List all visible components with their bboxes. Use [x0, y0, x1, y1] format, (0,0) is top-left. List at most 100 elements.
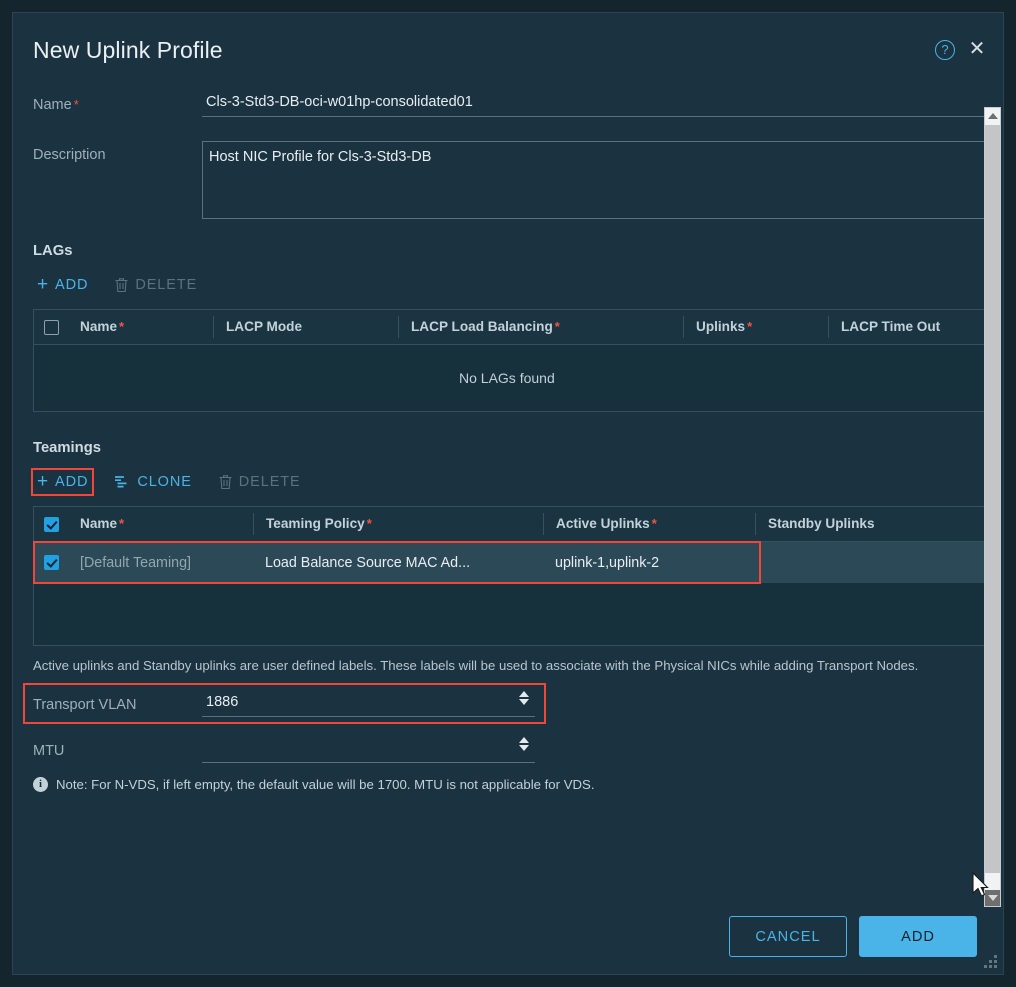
chevron-up-icon[interactable]	[519, 737, 529, 743]
mtu-spinner[interactable]	[519, 737, 529, 751]
teamings-select-all-cell	[34, 516, 68, 532]
add-button[interactable]: ADD	[859, 916, 977, 957]
close-icon[interactable]: ✕	[967, 39, 987, 60]
lags-delete-button: DELETE	[110, 273, 201, 297]
cell-teaming-policy: Load Balance Source MAC Ad...	[265, 554, 471, 571]
required-marker: *	[73, 97, 79, 112]
transport-vlan-input[interactable]	[202, 691, 535, 717]
new-uplink-profile-dialog: New Uplink Profile ? ✕ Name* Description…	[12, 12, 1004, 975]
mtu-row: MTU	[13, 737, 1003, 763]
lags-col-lacp-load-balancing: LACP Load Balancing *	[398, 316, 683, 338]
scroll-down-button[interactable]	[985, 890, 1000, 906]
teamings-col-standby-uplinks: Standby Uplinks	[755, 513, 984, 535]
lags-col-name: Name *	[68, 316, 213, 338]
description-field-row: Description	[13, 141, 1003, 219]
lags-col-uplinks-label: Uplinks	[696, 319, 746, 334]
teamings-col-name: Name *	[68, 513, 253, 535]
transport-vlan-spinner[interactable]	[519, 691, 529, 705]
dialog-header: New Uplink Profile ? ✕	[13, 13, 1003, 91]
lags-col-timeout-label: LACP Time Out	[841, 319, 941, 334]
chevron-down-icon[interactable]	[519, 699, 529, 705]
teamings-section-title: Teamings	[33, 440, 101, 456]
lags-col-lacp-mode: LACP Mode	[213, 316, 398, 338]
info-icon: i	[33, 777, 48, 792]
chevron-up-icon[interactable]	[519, 691, 529, 697]
lags-col-lacp-lb-label: LACP Load Balancing	[411, 319, 553, 334]
teamings-col-policy: Teaming Policy *	[253, 513, 543, 535]
description-textarea[interactable]	[202, 141, 985, 219]
name-field-row: Name *	[13, 91, 1003, 117]
lags-col-name-label: Name	[80, 319, 118, 334]
transport-vlan-label: Transport VLAN	[33, 697, 137, 713]
lags-table-header: Name * LACP Mode LACP Load Balancing * Upl…	[34, 310, 984, 345]
teamings-table-header: Name * Teaming Policy * Active Uplinks * St…	[34, 507, 984, 542]
description-label: Description	[33, 147, 106, 163]
lags-toolbar: + ADD DELETE	[13, 273, 1003, 297]
mtu-label: MTU	[33, 743, 65, 759]
caret-up-icon	[987, 113, 998, 119]
row-select-cell	[34, 555, 68, 570]
teamings-select-all-checkbox[interactable]	[43, 516, 59, 532]
lags-table-body: No LAGs found	[34, 345, 984, 411]
lags-delete-label: DELETE	[135, 277, 198, 293]
name-input[interactable]	[202, 91, 985, 117]
scroll-up-button[interactable]	[985, 108, 1000, 124]
teamings-clone-label: CLONE	[137, 474, 192, 490]
lags-add-label: ADD	[55, 277, 89, 293]
lags-col-lacp-mode-label: LACP Mode	[226, 319, 303, 334]
lags-col-uplinks: Uplinks *	[683, 316, 828, 338]
lags-empty-message: No LAGs found	[459, 370, 555, 386]
resize-grip[interactable]	[979, 950, 997, 968]
help-circle-icon[interactable]: ?	[935, 40, 955, 60]
required-marker: *	[747, 319, 753, 334]
lags-select-all-cell	[34, 319, 68, 335]
teamings-table-body: [Default Teaming] Load Balance Source MA…	[33, 541, 984, 645]
dialog-body: Name* Description LAGs + ADD	[13, 91, 1003, 901]
app-background: New Uplink Profile ? ✕ Name* Description…	[0, 0, 1016, 987]
teamings-col-active-label: Active Uplinks	[556, 516, 650, 531]
teamings-add-button[interactable]: + ADD	[30, 468, 95, 496]
lags-add-button[interactable]: + ADD	[33, 273, 92, 297]
row-select-checkbox[interactable]	[43, 555, 59, 570]
lags-section-title: LAGs	[33, 243, 73, 259]
teamings-col-active-uplinks: Active Uplinks *	[543, 513, 755, 535]
cancel-button[interactable]: CANCEL	[729, 916, 847, 957]
lags-select-all-checkbox[interactable]	[43, 319, 59, 335]
mtu-input[interactable]	[202, 737, 535, 763]
transport-vlan-row: Transport VLAN	[13, 683, 1003, 724]
clone-icon	[114, 475, 131, 490]
name-label: Name *	[33, 91, 202, 113]
teamings-table: Name * Teaming Policy * Active Uplinks * St…	[33, 506, 985, 646]
teamings-delete-label: DELETE	[238, 474, 301, 490]
teamings-toolbar: + ADD CLONE DELETE	[13, 468, 1003, 496]
cell-name: [Default Teaming]	[80, 554, 191, 571]
trash-icon	[218, 474, 233, 490]
teamings-clone-button[interactable]: CLONE	[110, 470, 195, 494]
transport-vlan-stepper	[202, 691, 535, 717]
required-marker: *	[554, 319, 560, 334]
name-label-text: Name	[33, 97, 72, 113]
mtu-note-text: Note: For N-VDS, if left empty, the defa…	[56, 777, 595, 792]
vertical-scrollbar[interactable]	[984, 107, 1001, 907]
required-marker: *	[119, 516, 125, 531]
teamings-col-policy-label: Teaming Policy	[266, 516, 365, 531]
scrollbar-thumb[interactable]	[985, 125, 1000, 873]
teamings-add-label: ADD	[55, 474, 89, 490]
page-title: New Uplink Profile	[33, 37, 223, 63]
plus-icon: +	[37, 274, 49, 295]
dialog-footer: CANCEL ADD	[13, 899, 1003, 974]
plus-icon: +	[37, 471, 49, 492]
teamings-col-standby-label: Standby Uplinks	[768, 516, 875, 531]
required-marker: *	[651, 516, 657, 531]
lags-table: Name * LACP Mode LACP Load Balancing * Upl…	[33, 309, 985, 412]
required-marker: *	[366, 516, 372, 531]
header-icon-group: ? ✕	[935, 39, 987, 60]
uplinks-hint-text: Active uplinks and Standby uplinks are u…	[33, 658, 919, 673]
table-empty-filler	[34, 583, 984, 645]
chevron-down-icon[interactable]	[519, 745, 529, 751]
teamings-delete-button: DELETE	[214, 470, 305, 494]
trash-icon	[114, 277, 129, 293]
table-row[interactable]: [Default Teaming] Load Balance Source MA…	[34, 542, 984, 583]
caret-down-icon	[987, 895, 998, 901]
required-marker: *	[119, 319, 125, 334]
